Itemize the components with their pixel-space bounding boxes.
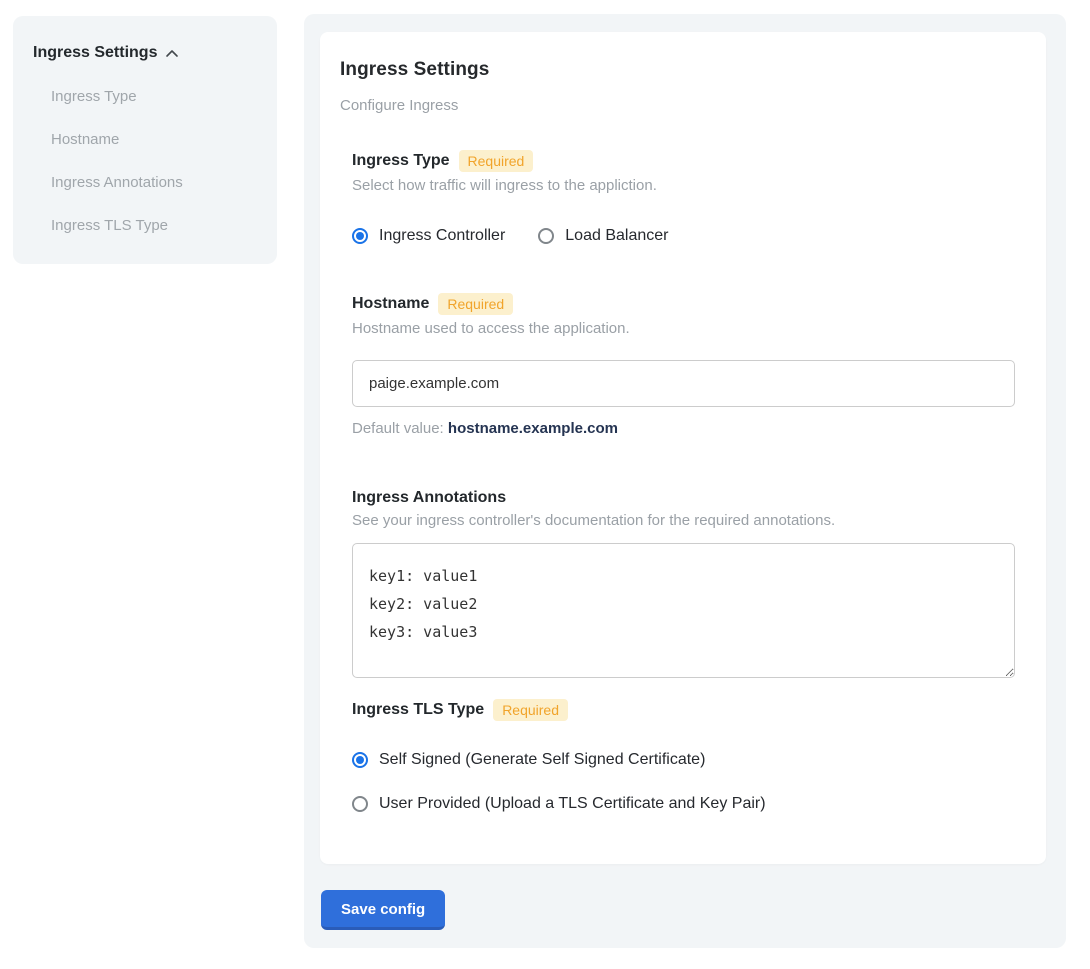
radio-selected-icon[interactable] <box>352 752 368 768</box>
sidebar-section-header[interactable]: Ingress Settings <box>33 44 257 62</box>
ingress-annotations-label: Ingress Annotations <box>352 489 506 507</box>
hostname-description: Hostname used to access the application. <box>352 320 1015 337</box>
radio-load-balancer[interactable]: Load Balancer <box>538 227 668 245</box>
radio-selected-icon[interactable] <box>352 228 368 244</box>
required-badge: Required <box>438 293 513 315</box>
ingress-tls-radio-group: Self Signed (Generate Self Signed Certif… <box>352 751 1015 813</box>
radio-unselected-icon[interactable] <box>538 228 554 244</box>
radio-self-signed[interactable]: Self Signed (Generate Self Signed Certif… <box>352 751 1015 769</box>
hostname-default-value: hostname.example.com <box>448 420 618 437</box>
ingress-tls-type-label: Ingress TLS Type <box>352 701 484 719</box>
sidebar-item-hostname[interactable]: Hostname <box>51 131 257 148</box>
radio-ingress-controller[interactable]: Ingress Controller <box>352 227 505 245</box>
sidebar-item-list: Ingress Type Hostname Ingress Annotation… <box>51 88 257 234</box>
sidebar-item-ingress-annotations[interactable]: Ingress Annotations <box>51 174 257 191</box>
radio-user-provided[interactable]: User Provided (Upload a TLS Certificate … <box>352 795 1015 813</box>
radio-user-provided-label: User Provided (Upload a TLS Certificate … <box>379 795 766 813</box>
sidebar-item-ingress-type[interactable]: Ingress Type <box>51 88 257 105</box>
ingress-type-radio-group: Ingress Controller Load Balancer <box>352 227 1015 245</box>
section-hostname: Hostname Required Hostname used to acces… <box>352 293 1015 437</box>
hostname-input[interactable] <box>352 360 1015 407</box>
hostname-default-label: Default value: <box>352 420 444 437</box>
chevron-up-icon <box>165 47 179 61</box>
ingress-settings-card: Ingress Settings Configure Ingress Ingre… <box>320 32 1046 864</box>
ingress-type-label: Ingress Type <box>352 152 450 170</box>
save-config-button[interactable]: Save config <box>321 890 445 930</box>
sidebar-item-ingress-tls-type[interactable]: Ingress TLS Type <box>51 217 257 234</box>
hostname-default-line: Default value: hostname.example.com <box>352 420 1015 437</box>
required-badge: Required <box>459 150 534 172</box>
card-title: Ingress Settings <box>340 59 1015 81</box>
card-subtitle: Configure Ingress <box>340 97 1015 114</box>
ingress-type-description: Select how traffic will ingress to the a… <box>352 177 1015 194</box>
radio-ingress-controller-label: Ingress Controller <box>379 227 505 245</box>
radio-unselected-icon[interactable] <box>352 796 368 812</box>
section-ingress-type: Ingress Type Required Select how traffic… <box>352 150 1015 245</box>
hostname-label: Hostname <box>352 295 429 313</box>
radio-load-balancer-label: Load Balancer <box>565 227 668 245</box>
ingress-annotations-description: See your ingress controller's documentat… <box>352 512 1015 529</box>
sidebar-section-title: Ingress Settings <box>33 44 157 62</box>
settings-panel: Ingress Settings Configure Ingress Ingre… <box>304 14 1066 948</box>
section-ingress-annotations: Ingress Annotations See your ingress con… <box>352 489 1015 678</box>
ingress-settings-sidebar: Ingress Settings Ingress Type Hostname I… <box>13 16 277 264</box>
ingress-annotations-textarea[interactable]: key1: value1 key2: value2 key3: value3 <box>352 543 1015 678</box>
required-badge: Required <box>493 699 568 721</box>
radio-self-signed-label: Self Signed (Generate Self Signed Certif… <box>379 751 705 769</box>
section-ingress-tls-type: Ingress TLS Type Required Self Signed (G… <box>352 699 1015 813</box>
